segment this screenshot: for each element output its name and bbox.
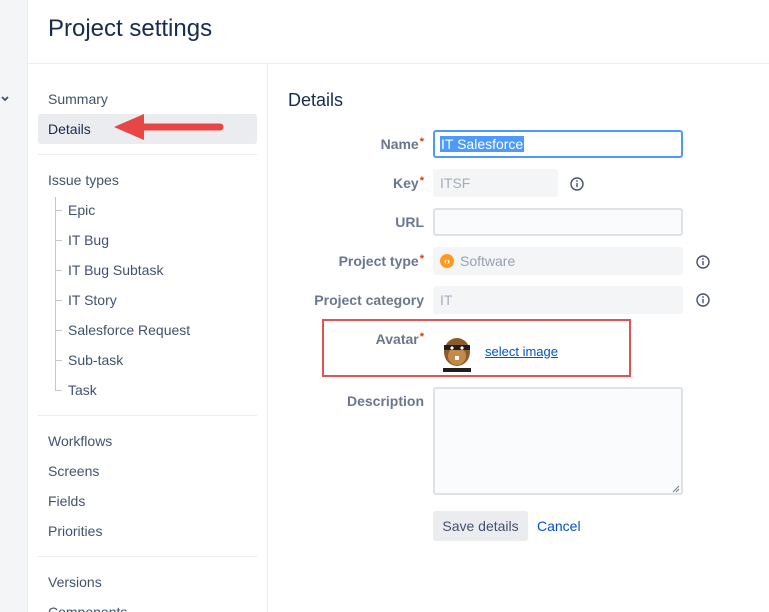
sidebar-item-versions[interactable]: Versions [38,567,257,597]
info-icon[interactable] [570,177,584,191]
chevron-down-icon[interactable] [0,94,10,104]
tree-tick [55,210,62,211]
sidebar-item-sub-task[interactable]: Sub-task [68,345,123,375]
resize-grip-icon[interactable] [672,485,680,493]
avatar-highlight-box [322,319,631,377]
sidebar-item-it-bug[interactable]: IT Bug [68,225,109,255]
info-icon[interactable] [696,255,710,269]
sidebar-item-it-story[interactable]: IT Story [68,285,117,315]
settings-sidebar: Summary Details Issue types Epic IT Bug … [28,64,268,612]
tree-tick [55,300,62,301]
sidebar-item-priorities[interactable]: Priorities [38,516,257,546]
sidebar-item-task[interactable]: Task [68,375,97,405]
tree-tick [55,240,62,241]
sidebar-item-salesforce-request[interactable]: Salesforce Request [68,315,190,345]
key-input: ITSF [433,169,558,197]
description-label: Description [346,393,424,409]
sidebar-item-components[interactable]: Components [38,597,257,612]
tree-tick [55,390,62,391]
project-settings-page: Project settings Summary Details Issue t… [0,0,769,612]
name-input[interactable]: IT Salesforce [433,130,683,158]
select-image-link[interactable]: select image [485,344,558,359]
description-textarea[interactable] [433,387,683,495]
project-category-field: IT [433,286,683,314]
sidebar-divider [38,415,257,416]
url-input[interactable] [433,208,683,236]
tree-tick [55,270,62,271]
avatar-label: Avatar* [375,331,424,347]
project-category-label: Project category [314,292,424,308]
cancel-link[interactable]: Cancel [537,518,581,534]
tree-tick [55,330,62,331]
url-label: URL [395,214,424,230]
left-collapsed-nav [0,0,28,612]
sidebar-item-workflows[interactable]: Workflows [38,426,257,456]
sidebar-divider [38,556,257,557]
info-icon[interactable] [696,293,710,307]
project-type-label: Project type* [338,253,424,269]
key-label: Key* [393,175,424,191]
section-title: Details [288,90,344,110]
name-label: Name* [380,136,424,152]
sidebar-item-screens[interactable]: Screens [38,456,257,486]
page-header: Project settings [28,0,769,64]
sidebar-item-issue-types[interactable]: Issue types [38,165,257,195]
software-icon: ‹› [440,254,454,269]
tree-tick [55,360,62,361]
sidebar-divider [38,154,257,155]
beaver-avatar-icon[interactable] [440,334,474,374]
tree-line [55,197,56,390]
red-arrow-icon [114,114,224,140]
page-title: Project settings [48,15,213,42]
sidebar-item-epic[interactable]: Epic [68,195,95,225]
project-type-field: ‹› Software [433,247,683,275]
sidebar-item-it-bug-subtask[interactable]: IT Bug Subtask [68,255,163,285]
save-details-button[interactable]: Save details [433,511,528,541]
sidebar-item-fields[interactable]: Fields [38,486,257,516]
